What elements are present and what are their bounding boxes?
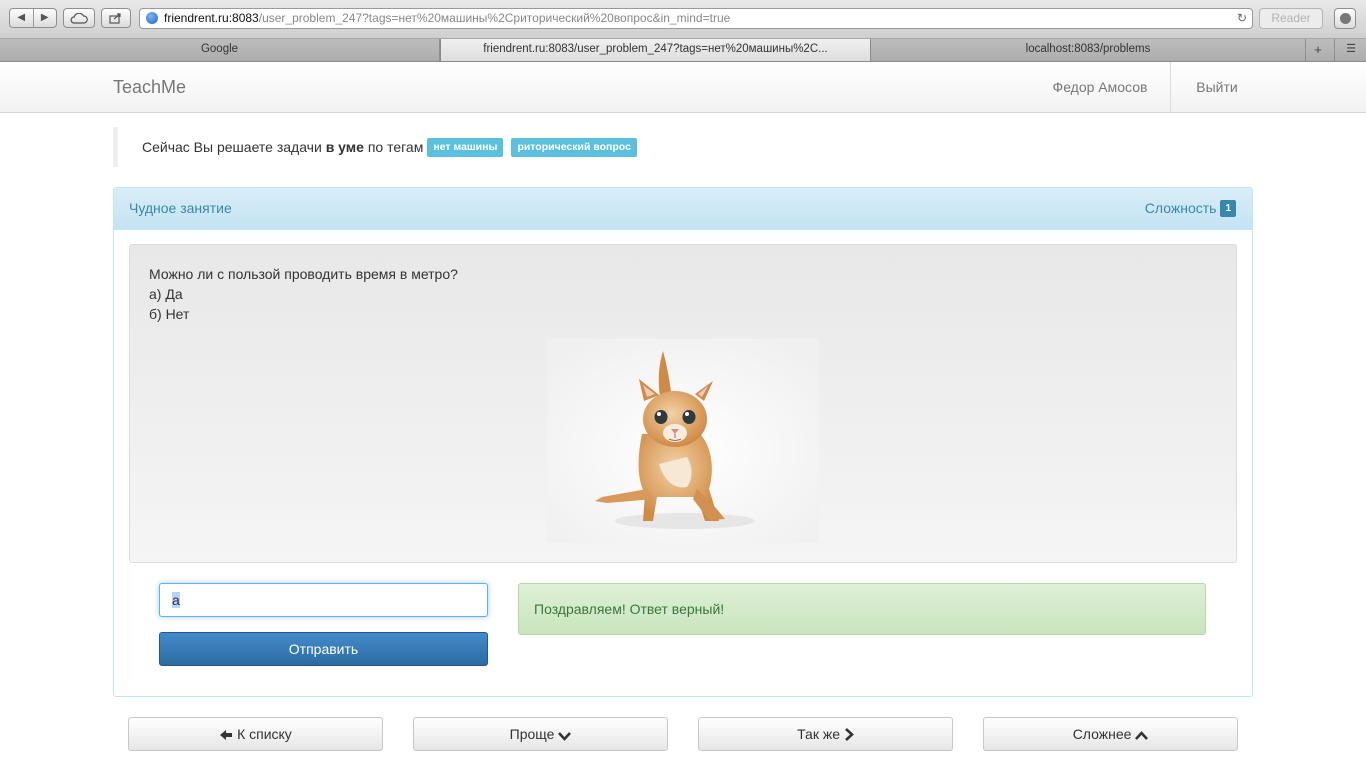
new-tab-icon[interactable]: + <box>1305 39 1330 61</box>
easier-label: Проще <box>509 726 555 742</box>
browser-toolbar: ◀ ▶ friendrent.ru:8083/user_problem_247?… <box>0 0 1366 39</box>
answer-value: а <box>172 592 180 608</box>
kitten-drawing <box>547 339 819 543</box>
tab-overview-icon[interactable]: ☰ <box>1334 39 1366 61</box>
problem-panel: Чудное занятие Сложность 1 Можно ли с по… <box>113 187 1253 697</box>
harder-label: Сложнее <box>1072 726 1132 742</box>
difficulty: Сложность 1 <box>1145 188 1236 229</box>
icloud-tabs-button[interactable] <box>63 8 95 28</box>
brand-link[interactable]: TeachMe <box>113 62 186 112</box>
site-navbar: TeachMe Федор Амосов Выйти <box>0 62 1366 113</box>
url-path: /user_problem_247?tags=нет%20машины%2Cри… <box>258 11 731 25</box>
cloud-icon <box>70 12 88 24</box>
chevron-up-icon <box>1135 731 1149 740</box>
share-icon <box>109 13 121 24</box>
url-host: friendrent.ru:8083 <box>164 11 259 25</box>
download-icon <box>1340 13 1351 24</box>
user-profile-link[interactable]: Федор Амосов <box>1031 62 1169 112</box>
share-button[interactable] <box>101 8 131 28</box>
back-arrow-icon[interactable]: ◀ <box>10 9 33 27</box>
problem-text: Можно ли с пользой проводить время в мет… <box>149 264 458 324</box>
tag-label[interactable]: риторический вопрос <box>511 137 637 157</box>
address-bar[interactable]: friendrent.ru:8083/user_problem_247?tags… <box>139 8 1253 29</box>
same-level-label: Так же <box>797 726 840 742</box>
problem-option: а) Да <box>149 286 183 302</box>
difficulty-badge: 1 <box>1220 200 1236 217</box>
chevron-down-icon <box>558 732 572 741</box>
back-to-list-button[interactable]: К списку <box>128 717 383 751</box>
forward-arrow-icon[interactable]: ▶ <box>32 9 57 27</box>
notice-prefix: Сейчас Вы решаете задачи <box>142 139 322 155</box>
panel-heading: Чудное занятие Сложность 1 <box>114 188 1252 230</box>
kitten-image <box>547 339 819 543</box>
submit-button[interactable]: Отправить <box>159 632 488 666</box>
notice-mode: в уме <box>325 139 364 155</box>
result-alert: Поздравляем! Ответ верный! <box>518 583 1206 635</box>
tab-bar: Google friendrent.ru:8083/user_problem_2… <box>0 39 1366 62</box>
back-forward-buttons[interactable]: ◀ ▶ <box>9 8 57 28</box>
easier-button[interactable]: Проще <box>413 717 668 751</box>
problem-body: Можно ли с пользой проводить время в мет… <box>129 244 1237 563</box>
arrow-left-icon <box>220 730 233 740</box>
downloads-button[interactable] <box>1334 8 1356 29</box>
logout-link[interactable]: Выйти <box>1171 62 1263 112</box>
reload-icon[interactable]: ↻ <box>1234 9 1250 28</box>
tab-google[interactable]: Google <box>0 39 440 61</box>
problem-option: б) Нет <box>149 306 190 322</box>
tag-label[interactable]: нет машины <box>427 137 504 157</box>
globe-icon <box>146 12 158 24</box>
mode-notice: Сейчас Вы решаете задачи в уме по тегам … <box>113 127 637 167</box>
same-level-button[interactable]: Так же <box>698 717 953 751</box>
reader-button[interactable]: Reader <box>1259 8 1323 29</box>
notice-suffix: по тегам <box>367 139 424 155</box>
tab-localhost[interactable]: localhost:8083/problems <box>871 39 1305 61</box>
chevron-right-icon <box>844 728 854 741</box>
problem-question: Можно ли с пользой проводить время в мет… <box>149 266 458 282</box>
answer-input[interactable]: а <box>159 583 488 617</box>
tab-friendrent[interactable]: friendrent.ru:8083/user_problem_247?tags… <box>440 39 871 61</box>
difficulty-label: Сложность <box>1144 200 1217 216</box>
back-to-list-label: К списку <box>237 726 292 742</box>
harder-button[interactable]: Сложнее <box>983 717 1238 751</box>
problem-title: Чудное занятие <box>129 200 232 216</box>
